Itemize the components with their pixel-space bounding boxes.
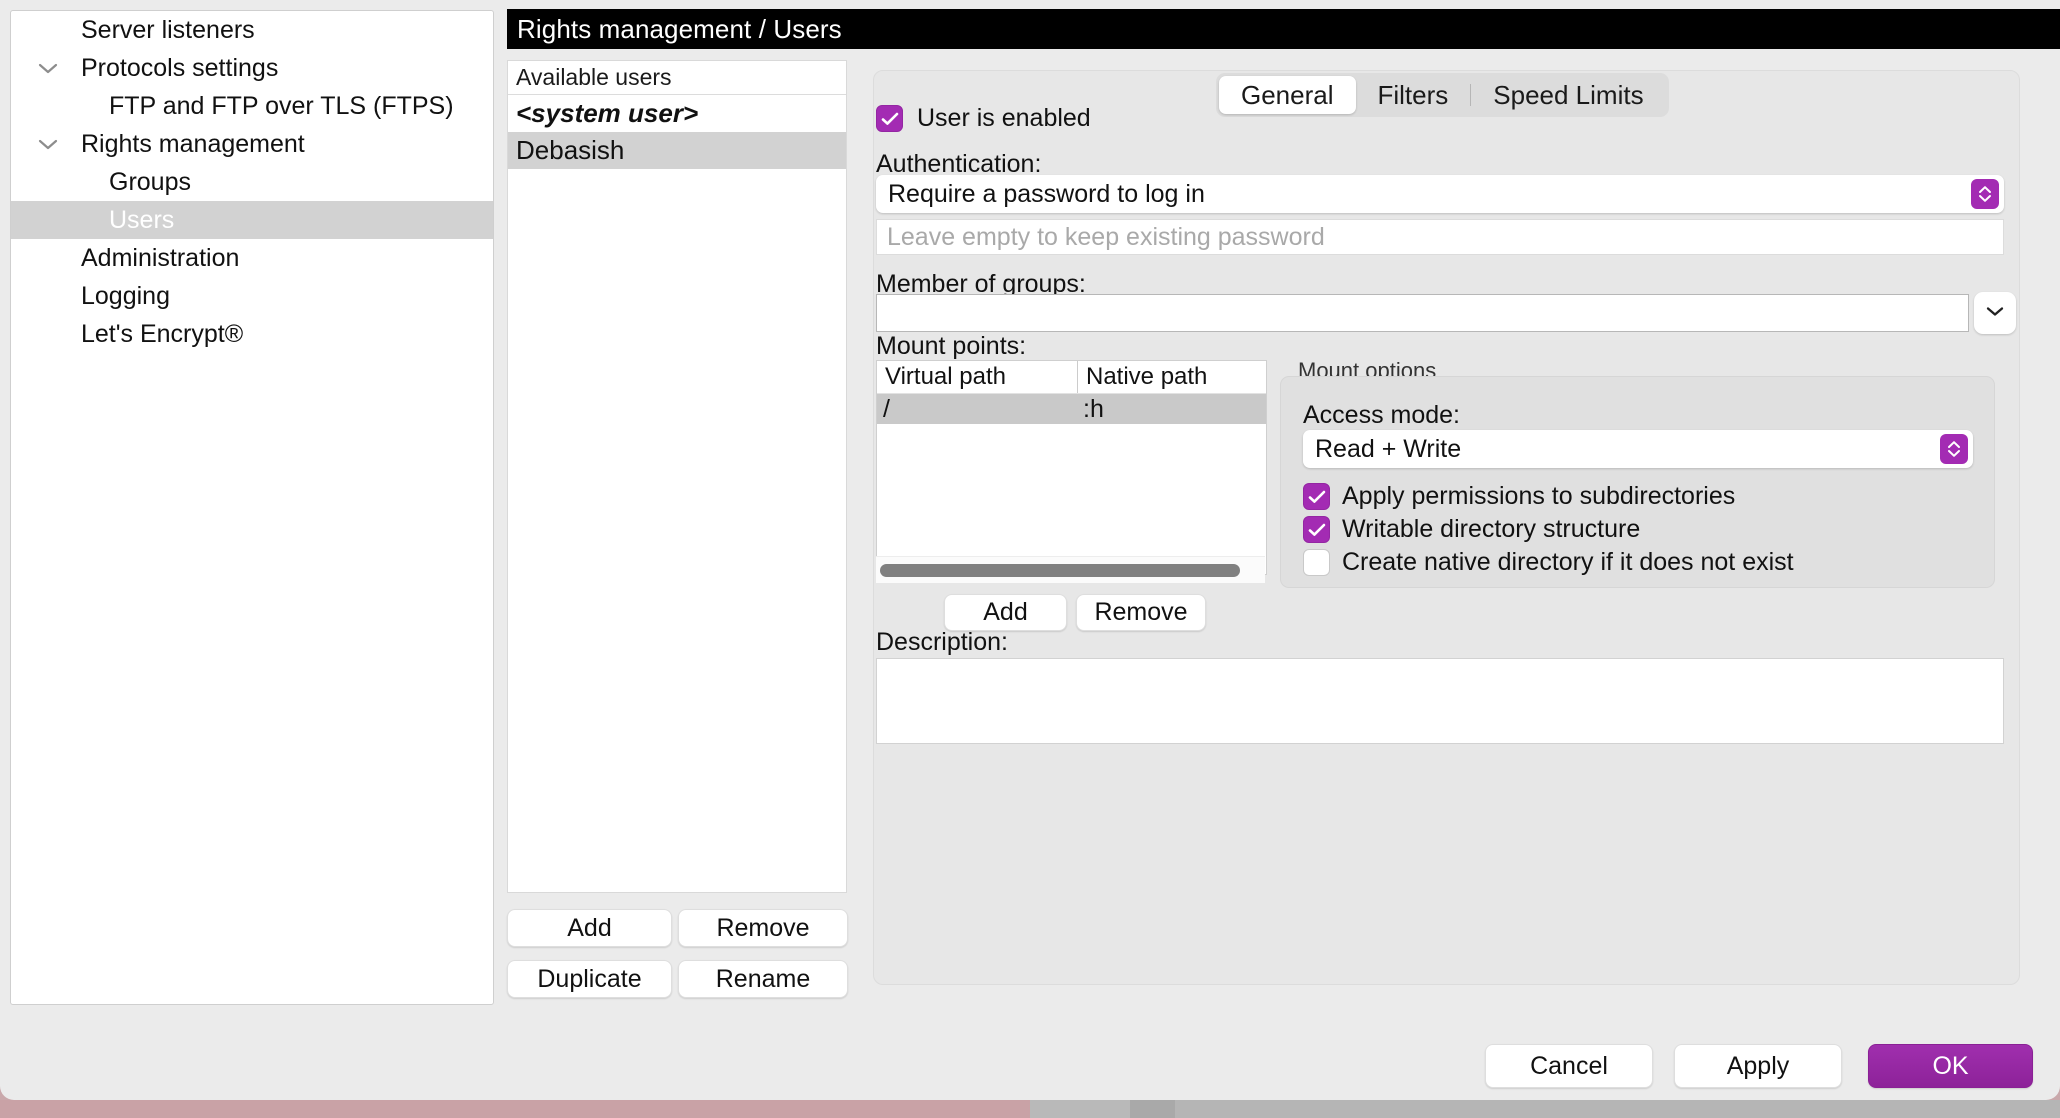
settings-navigation-tree[interactable]: Server listeners Protocols settings FTP … [10,10,494,1005]
user-enabled-label: User is enabled [917,104,1091,132]
description-textarea[interactable] [876,658,2004,744]
sidebar-item-groups[interactable]: Groups [11,163,493,201]
member-of-groups-input[interactable] [876,294,1969,332]
access-mode-label: Access mode: [1303,401,1461,429]
authentication-selected-value: Require a password to log in [888,179,1205,208]
cell-virtual-path: / [883,394,890,423]
sidebar-item-protocols-settings[interactable]: Protocols settings [11,49,493,87]
mount-points-table-header: Virtual path Native path [877,361,1266,394]
checkbox-apply-permissions-to-subdirectories[interactable] [1303,483,1330,510]
list-item[interactable]: <system user> [508,95,846,132]
access-mode-select[interactable]: Read + Write [1303,430,1973,468]
tab-filters[interactable]: Filters [1356,76,1471,114]
mount-points-table[interactable]: Virtual path Native path / :h [876,360,1267,575]
user-detail-panel: User is enabled Authentication: Require … [873,70,2020,985]
sidebar-item-administration[interactable]: Administration [11,239,493,277]
mount-points-label: Mount points: [876,332,1027,360]
scrollbar-thumb[interactable] [880,563,1240,577]
create-native-directory-row[interactable]: Create native directory if it does not e… [1303,548,1794,577]
cancel-button[interactable]: Cancel [1485,1044,1653,1088]
password-input[interactable]: Leave empty to keep existing password [876,219,2004,255]
sidebar-item-label: Logging [81,281,170,310]
sidebar-item-rights-management[interactable]: Rights management [11,125,493,163]
sidebar-item-server-listeners[interactable]: Server listeners [11,11,493,49]
tab-speed-limits[interactable]: Speed Limits [1471,76,1665,114]
sidebar-item-logging[interactable]: Logging [11,277,493,315]
apply-button[interactable]: Apply [1674,1044,1842,1088]
access-mode-selected-value: Read + Write [1315,434,1462,463]
chevron-down-icon [1985,304,2005,322]
cell-native-path: :h [1083,394,1104,423]
sidebar-item-label: FTP and FTP over TLS (FTPS) [109,91,454,120]
stepper-icon[interactable] [1940,434,1968,464]
remove-mount-point-button[interactable]: Remove [1076,594,1206,631]
sidebar-item-label: Let's Encrypt® [81,319,244,348]
user-enabled-row[interactable]: User is enabled [876,104,1091,133]
page-header-bar: Rights management / Users [507,9,2060,49]
desktop-background-strip [0,1100,2060,1118]
writable-directory-structure-label: Writable directory structure [1342,515,1641,543]
column-header-native-path: Native path [1077,361,1266,393]
apply-permissions-label: Apply permissions to subdirectories [1342,482,1736,510]
available-users-column-header: Available users [508,61,846,95]
chevron-down-icon[interactable] [37,57,59,79]
sidebar-item-users[interactable]: Users [11,201,493,239]
settings-window: Server listeners Protocols settings FTP … [0,0,2060,1100]
table-row[interactable]: / :h [877,394,1266,424]
sidebar-item-label: Groups [109,167,191,196]
member-of-groups-dropdown-button[interactable] [1974,292,2016,334]
apply-permissions-row[interactable]: Apply permissions to subdirectories [1303,482,1735,511]
column-header-virtual-path: Virtual path [885,363,1006,390]
page-title: Rights management / Users [517,13,842,44]
remove-user-button[interactable]: Remove [678,909,848,947]
tab-general[interactable]: General [1219,76,1356,114]
sidebar-item-label: Server listeners [81,15,255,44]
checkbox-user-enabled[interactable] [876,105,903,132]
rename-user-button[interactable]: Rename [678,960,848,998]
create-native-directory-label: Create native directory if it does not e… [1342,548,1794,576]
mount-options-group: Access mode: Read + Write Apply permissi… [1280,376,1995,588]
detail-tab-bar[interactable]: General Filters Speed Limits [1216,73,1669,117]
sidebar-item-lets-encrypt[interactable]: Let's Encrypt® [11,315,493,353]
sidebar-item-ftp-ftps[interactable]: FTP and FTP over TLS (FTPS) [11,87,493,125]
add-user-button[interactable]: Add [507,909,672,947]
description-label: Description: [876,628,1008,656]
chevron-down-icon[interactable] [37,133,59,155]
add-mount-point-button[interactable]: Add [944,594,1067,631]
list-item[interactable]: Debasish [508,132,846,169]
checkbox-create-native-directory[interactable] [1303,549,1330,576]
sidebar-item-label: Administration [81,243,240,272]
authentication-select[interactable]: Require a password to log in [876,175,2004,213]
writable-directory-structure-row[interactable]: Writable directory structure [1303,515,1640,544]
checkbox-writable-directory-structure[interactable] [1303,516,1330,543]
ok-button[interactable]: OK [1868,1044,2033,1088]
available-users-list[interactable]: Available users <system user> Debasish [507,60,847,893]
stepper-icon[interactable] [1971,179,1999,209]
mount-points-horizontal-scrollbar[interactable] [876,556,1265,583]
sidebar-item-label: Users [109,205,175,234]
duplicate-user-button[interactable]: Duplicate [507,960,672,998]
